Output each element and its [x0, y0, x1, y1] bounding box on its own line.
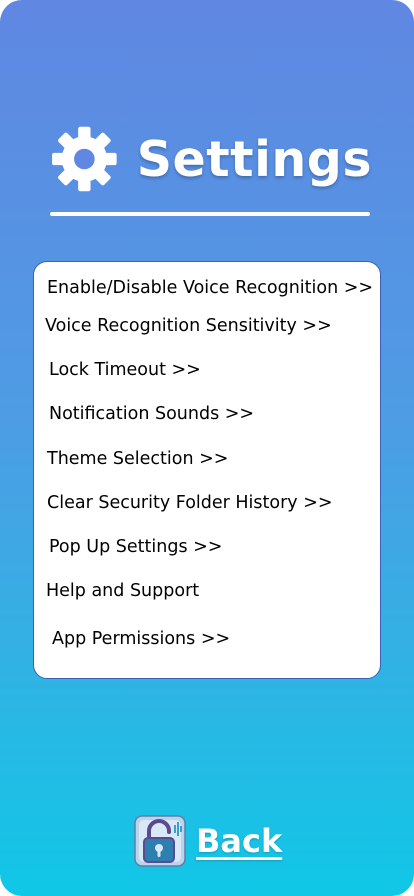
menu-item-help-support[interactable]: Help and Support — [46, 579, 199, 603]
menu-item-lock-timeout[interactable]: Lock Timeout >> — [49, 358, 201, 382]
settings-screen: Settings Enable/Disable Voice Recognitio… — [0, 0, 414, 896]
menu-item-app-permissions[interactable]: App Permissions >> — [52, 627, 230, 651]
menu-item-notification-sounds[interactable]: Notification Sounds >> — [49, 402, 254, 426]
header-divider — [50, 212, 370, 216]
app-lock-icon — [134, 815, 186, 867]
menu-item-popup-settings[interactable]: Pop Up Settings >> — [49, 535, 222, 559]
back-button[interactable]: Back — [134, 815, 282, 867]
menu-item-voice-recognition-toggle[interactable]: Enable/Disable Voice Recognition >> — [47, 276, 373, 300]
gear-icon — [52, 126, 117, 192]
page-title: Settings — [136, 130, 372, 188]
settings-menu-card: Enable/Disable Voice Recognition >> Voic… — [33, 261, 381, 679]
settings-header: Settings — [50, 118, 372, 200]
menu-item-theme-selection[interactable]: Theme Selection >> — [47, 447, 228, 471]
menu-item-voice-sensitivity[interactable]: Voice Recognition Sensitivity >> — [45, 314, 332, 338]
menu-item-clear-security-history[interactable]: Clear Security Folder History >> — [47, 491, 333, 515]
back-label[interactable]: Back — [196, 822, 282, 860]
